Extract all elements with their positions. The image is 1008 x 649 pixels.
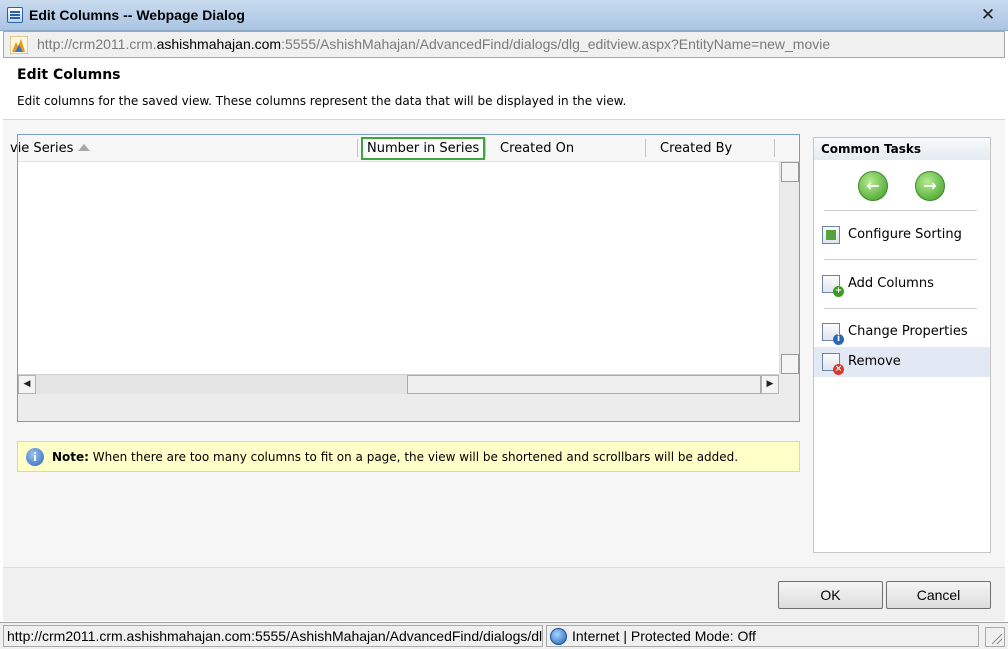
note-banner: i Note: When there are too many columns … [17, 441, 800, 472]
add-columns-icon: + [822, 275, 844, 297]
add-columns-button[interactable]: + Add Columns [814, 269, 990, 299]
note-text: Note: When there are too many columns to… [52, 450, 739, 464]
security-zone[interactable]: Internet | Protected Mode: Off [546, 625, 979, 647]
move-right-icon[interactable]: → [915, 171, 945, 201]
scroll-left-icon[interactable]: ◀ [18, 375, 36, 394]
horizontal-scrollbar[interactable]: ◀ ▶ [18, 374, 779, 394]
column-header-number-in-series[interactable]: Number in Series [361, 137, 486, 160]
status-url: http://crm2011.crm.ashishmahajan.com:555… [3, 625, 543, 647]
remove-icon: × [822, 353, 844, 375]
dialog-body: vie Series Number in Series Created On C… [3, 120, 1005, 567]
remove-button[interactable]: × Remove [814, 347, 990, 377]
task-label: Change Properties [848, 324, 968, 339]
ok-button[interactable]: OK [778, 581, 883, 609]
column-divider[interactable] [645, 139, 646, 157]
column-divider[interactable] [357, 139, 358, 157]
common-tasks-panel: Common Tasks ← → Configure Sorting + Add… [813, 137, 991, 553]
info-icon: i [26, 448, 44, 466]
grid-column-header: vie Series Number in Series Created On C… [10, 135, 799, 162]
grid-body [18, 162, 779, 374]
task-label: Configure Sorting [848, 227, 962, 242]
sort-ascending-icon [78, 144, 91, 151]
status-bar: http://crm2011.crm.ashishmahajan.com:555… [0, 622, 1008, 649]
resize-grip-icon[interactable] [985, 627, 1005, 647]
divider [824, 308, 977, 309]
scroll-thumb[interactable] [781, 354, 799, 374]
title-bar: Edit Columns -- Webpage Dialog ✕ [0, 0, 1008, 31]
column-divider[interactable] [774, 139, 775, 157]
column-header-created-on[interactable]: Created On [500, 135, 574, 162]
task-label: Remove [848, 354, 901, 369]
scroll-right-icon[interactable]: ▶ [761, 375, 779, 394]
address-bar: http://crm2011.crm.ashishmahajan.com:555… [3, 31, 1005, 58]
ie-dialog-icon [7, 7, 23, 23]
close-icon[interactable]: ✕ [977, 4, 999, 26]
configure-sorting-icon [822, 226, 840, 244]
horizontal-scroll-thumb[interactable] [407, 375, 761, 394]
dialog-header: Edit Columns Edit columns for the saved … [3, 58, 1005, 120]
address-url[interactable]: http://crm2011.crm.ashishmahajan.com:555… [37, 36, 830, 52]
column-header-movie-series[interactable]: vie Series [10, 135, 91, 162]
move-left-icon[interactable]: ← [858, 171, 888, 201]
column-divider[interactable] [485, 139, 486, 157]
configure-sorting-button[interactable]: Configure Sorting [814, 220, 990, 250]
divider [824, 210, 977, 211]
page-title: Edit Columns [17, 67, 121, 83]
crm-logo-icon [10, 36, 28, 54]
globe-icon [550, 628, 567, 645]
page-description: Edit columns for the saved view. These c… [17, 94, 627, 108]
dialog-button-bar: OK Cancel [3, 567, 1005, 621]
divider [824, 259, 977, 260]
zone-text: Internet | Protected Mode: Off [572, 628, 756, 644]
task-label: Add Columns [848, 276, 934, 291]
vertical-scrollbar[interactable] [779, 162, 799, 374]
column-header-created-by[interactable]: Created By [660, 135, 732, 162]
columns-grid: vie Series Number in Series Created On C… [10, 134, 800, 422]
panel-title: Common Tasks [821, 142, 922, 156]
change-properties-icon: i [822, 323, 844, 345]
cancel-button[interactable]: Cancel [886, 581, 991, 609]
change-properties-button[interactable]: i Change Properties [814, 317, 990, 347]
window-title: Edit Columns -- Webpage Dialog [29, 7, 245, 23]
scroll-thumb[interactable] [781, 162, 799, 182]
